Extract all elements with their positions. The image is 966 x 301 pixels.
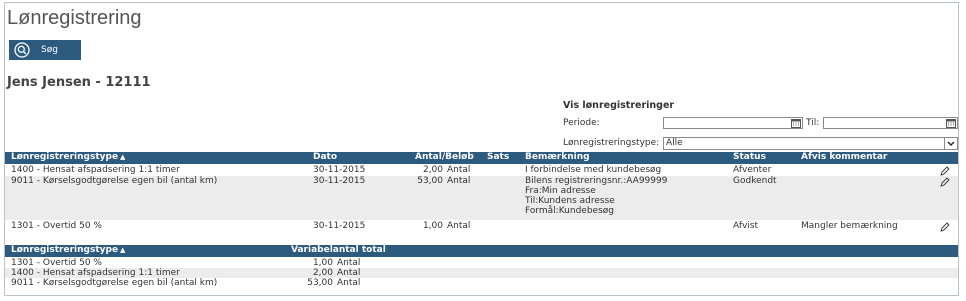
row-type: 1400 - Hensat afspadsering 1:1 timer xyxy=(11,165,180,175)
row-bemaerkning-line: Formål:Kundebesøg xyxy=(525,206,614,216)
col-header-bemaerkning[interactable]: Bemærkning xyxy=(525,152,590,163)
summary-amount: 2,00 xyxy=(312,268,333,278)
col-header-type[interactable]: Lønregistreringstype ▲ xyxy=(11,152,125,163)
row-type: 1301 - Overtid 50 % xyxy=(11,221,102,231)
summary-unit: Antal xyxy=(337,268,361,278)
periode-label: Periode: xyxy=(563,118,600,128)
row-bemaerkning-line: Fra:Min adresse xyxy=(525,186,596,196)
calendar-icon[interactable] xyxy=(946,118,956,128)
summary-type: 1400 - Hensat afspadsering 1:1 timer xyxy=(11,268,180,278)
pencil-icon[interactable] xyxy=(940,222,950,232)
page-frame: Lønregistrering Søg Jens Jensen - 12111 … xyxy=(4,2,959,296)
type-label: Lønregistreringstype: xyxy=(563,138,660,148)
chevron-down-icon[interactable] xyxy=(944,138,957,149)
til-label: Til: xyxy=(806,118,820,128)
table-row[interactable]: 1400 - Hensat afspadsering 1:1 timer 30-… xyxy=(5,165,958,176)
row-amount: 53,00 xyxy=(417,176,443,186)
type-select[interactable]: Alle xyxy=(663,137,958,150)
sort-asc-icon: ▲ xyxy=(120,246,126,254)
row-unit: Antal xyxy=(447,221,471,231)
row-afvis: Mangler bemærkning xyxy=(801,221,898,231)
row-dato: 30-11-2015 xyxy=(313,176,366,186)
row-amount: 2,00 xyxy=(422,165,443,175)
row-type: 9011 - Kørselsgodtgørelse egen bil (anta… xyxy=(11,176,218,186)
row-unit: Antal xyxy=(447,165,471,175)
summary-row: 1301 - Overtid 50 % 1,00 Antal xyxy=(5,258,958,268)
row-status: Afventer xyxy=(733,165,772,175)
summary-type: 1301 - Overtid 50 % xyxy=(11,258,102,268)
col-header-dato[interactable]: Dato xyxy=(313,152,337,163)
row-bemaerkning-line: Bilens registreringsnr.:AA99999 xyxy=(525,176,668,186)
col-header-status[interactable]: Status xyxy=(733,152,766,163)
search-icon xyxy=(14,42,30,58)
pencil-icon[interactable] xyxy=(940,166,950,176)
row-status: Afvist xyxy=(733,221,759,231)
employee-name: Jens Jensen - 12111 xyxy=(7,75,151,90)
row-unit: Antal xyxy=(447,176,471,186)
col-header-antal[interactable]: Antal/Beløb xyxy=(415,152,474,163)
periode-to-input[interactable] xyxy=(823,117,958,129)
periode-from-input[interactable] xyxy=(663,117,803,129)
summary-unit: Antal xyxy=(337,258,361,268)
page-title: Lønregistrering xyxy=(7,7,142,29)
pencil-icon[interactable] xyxy=(940,177,950,187)
table-row[interactable]: 9011 - Kørselsgodtgørelse egen bil (anta… xyxy=(5,176,958,220)
table-row[interactable]: 1301 - Overtid 50 % 30-11-2015 1,00 Anta… xyxy=(5,221,958,232)
summary-header: Lønregistreringstype ▲ Variabelantal tota… xyxy=(5,245,958,257)
summary-row: 9011 - Kørselsgodtgørelse egen bil (anta… xyxy=(5,278,958,288)
filter-heading: Vis lønregistreringer xyxy=(563,100,675,111)
row-bemaerkning: I forbindelse med kundebesøg xyxy=(525,165,662,175)
summary-amount: 1,00 xyxy=(312,258,333,268)
row-bemaerkning-line: Til:Kundens adresse xyxy=(525,196,615,206)
row-amount: 1,00 xyxy=(422,221,443,231)
summary-col-header-type[interactable]: Lønregistreringstype ▲ xyxy=(11,245,125,256)
summary-type: 9011 - Kørselsgodtgørelse egen bil (anta… xyxy=(11,278,218,288)
sort-asc-icon: ▲ xyxy=(120,153,126,161)
summary-row: 1400 - Hensat afspadsering 1:1 timer 2,0… xyxy=(5,268,958,278)
search-button-label: Søg xyxy=(41,45,58,55)
summary-col-header-total[interactable]: Variabelantal total xyxy=(291,245,386,256)
row-status: Godkendt xyxy=(733,176,777,186)
col-header-sats[interactable]: Sats xyxy=(487,152,509,163)
search-button[interactable]: Søg xyxy=(9,40,81,60)
row-dato: 30-11-2015 xyxy=(313,221,366,231)
summary-unit: Antal xyxy=(337,278,361,288)
summary-amount: 53,00 xyxy=(307,278,333,288)
row-dato: 30-11-2015 xyxy=(313,165,366,175)
calendar-icon[interactable] xyxy=(791,118,801,128)
col-header-afvis[interactable]: Afvis kommentar xyxy=(801,152,887,163)
table-header: Lønregistreringstype ▲ Dato Antal/Beløb S… xyxy=(5,152,958,164)
